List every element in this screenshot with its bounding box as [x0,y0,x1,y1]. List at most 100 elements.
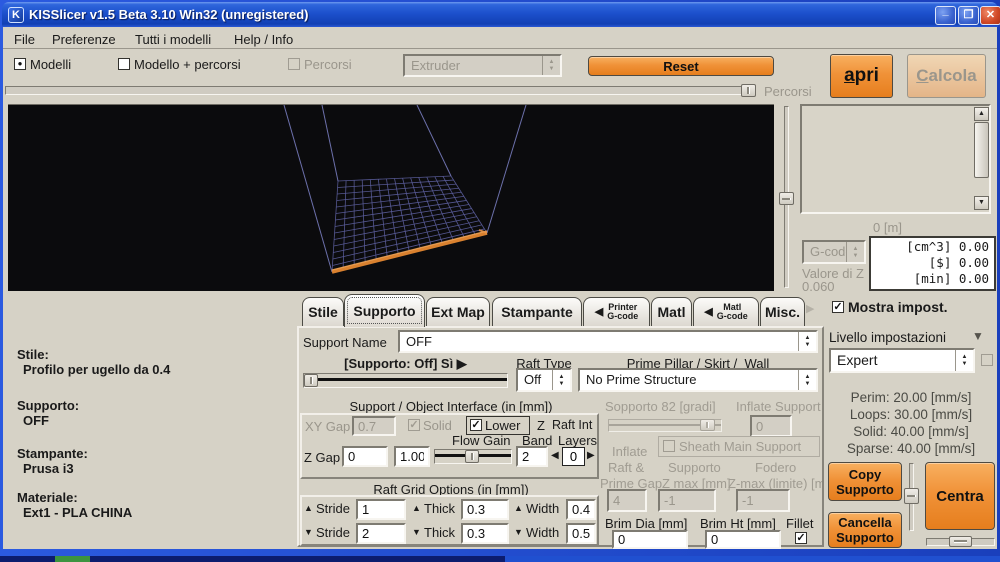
maximize-icon: ❐ [964,9,974,21]
thick-down-field[interactable] [461,523,509,544]
extruder-select: Extruder ▲▼ [403,54,562,77]
layers-field[interactable] [562,447,585,466]
brim-dia-label: Brim Dia [mm] [605,516,687,531]
stride-up-field[interactable] [356,499,406,520]
level-select-value: Expert [831,350,955,371]
reset-button[interactable]: Reset [588,56,774,76]
titlebar[interactable]: K KISSlicer v1.5 Beta 3.10 Win32 (unregi… [2,2,998,27]
checkmark-icon: ✓ [796,532,805,544]
mostra-impost-checkbox[interactable]: ✓ [832,301,844,313]
width-up-field[interactable] [566,499,596,520]
tab-stile[interactable]: Stile [302,297,344,326]
lower-checkbox[interactable]: ✓ [470,419,482,431]
brim-dia-field[interactable] [612,530,688,549]
width-up-label: Width [526,501,559,516]
listbox-scroll-down-icon[interactable]: ▼ [974,196,989,210]
close-icon: ✕ [986,9,995,21]
paths-slider-label: Percorsi [764,84,812,99]
thick-up-field[interactable] [461,499,509,520]
support-name-label: Support Name [303,335,387,350]
kisslicer-window: K KISSlicer v1.5 Beta 3.10 Win32 (unregi… [0,0,1000,562]
tab-matl-gcode[interactable]: ◀ Matl G-code [693,297,759,326]
menu-tutti-i-modelli[interactable]: Tutti i modelli [129,30,217,49]
percorsi-checkbox [288,58,300,70]
band-field[interactable] [516,446,548,467]
minimize-button[interactable]: _ [935,6,956,25]
taskbar-blue-segment [505,556,1000,562]
paths-slider[interactable] [5,86,755,95]
tab-left-arrow-icon: ◀ [704,307,712,318]
layers-decrement-icon[interactable]: ◀ [551,450,559,461]
support-name-select[interactable]: OFF ▲▼ [398,330,818,353]
info-materiale-value: Ext1 - PLA CHINA [23,505,132,520]
tab-overflow-icon[interactable]: ▶ [806,302,814,315]
checkmark-icon: ✓ [409,419,418,431]
level-select[interactable]: Expert ▲▼ [829,348,975,373]
z-gap-field[interactable] [342,446,388,467]
centra-button[interactable]: Centra [925,462,995,530]
radio-dot-icon: ● [18,59,23,68]
listbox-scroll-up-icon[interactable]: ▲ [974,107,989,121]
gcode-listbox[interactable] [800,104,991,214]
menu-help-info[interactable]: Help / Info [228,30,299,49]
flow-gain-slider-handle[interactable] [465,450,479,463]
tab-misc[interactable]: Misc. [760,297,805,326]
tab-matl[interactable]: Matl [651,297,692,326]
tab-printer-gcode[interactable]: ◀ Printer G-code [583,297,650,326]
width-down-field[interactable] [566,523,596,544]
inflate-raft-label-2: Raft & [608,460,644,475]
livello-collapse-icon[interactable]: ▼ [972,329,984,343]
maximize-button[interactable]: ❐ [958,6,979,25]
checkmark-icon: ✓ [833,301,842,313]
menu-file[interactable]: File [8,30,41,49]
sopporto-gradi-slider-handle [700,419,715,431]
width-down-label: Width [526,525,559,540]
info-stampante-value: Prusa i3 [23,461,74,476]
stat-time: [min] 0.00 [871,271,989,287]
xy-gap-field [352,416,396,436]
thick-down-icon: ▼ [412,527,421,537]
viewport-3d[interactable] [8,104,774,291]
fillet-checkbox[interactable]: ✓ [795,532,807,544]
stride-down-icon: ▼ [304,527,313,537]
tab-stampante[interactable]: Stampante [492,297,582,326]
speed-summary: Perim: 20.00 [mm/s] Loops: 30.00 [mm/s] … [826,389,996,457]
tab-ext-map[interactable]: Ext Map [426,297,490,326]
stat-cost: [$] 0.00 [871,255,989,271]
support-toggle-slider-handle[interactable] [304,374,318,387]
support-name-stepper-icon: ▲▼ [798,332,816,351]
layers-increment-icon[interactable]: ▶ [587,450,595,461]
support-name-value: OFF [400,332,798,351]
app-icon: K [8,7,24,23]
menu-preferenze[interactable]: Preferenze [46,30,122,49]
flow-gain-field[interactable] [394,446,430,467]
width-down-icon: ▼ [514,527,523,537]
tab-supporto[interactable]: Supporto [344,294,425,327]
centra-hslider-handle[interactable] [949,536,972,547]
stride-down-field[interactable] [356,523,406,544]
prime-pillar-select[interactable]: No Prime Structure ▲▼ [578,368,818,392]
viewport-vslider-handle[interactable] [779,192,794,205]
modelli-radio[interactable]: ● [14,58,26,70]
modello-percorsi-checkbox[interactable] [118,58,130,70]
cancella-supporto-button[interactable]: Cancella Supporto [828,512,902,548]
info-stile-label: Stile: [17,347,49,362]
gcode-stepper-icon: ▲▼ [846,242,864,262]
apri-button[interactable]: apri [830,54,893,98]
close-button[interactable]: ✕ [980,6,1000,25]
solid-checkbox: ✓ [408,419,420,431]
copy-supporto-button[interactable]: Copy Supporto [828,462,902,501]
meters-label: 0 [m] [800,220,975,235]
listbox-scroll-thumb[interactable] [974,122,989,178]
brim-ht-field[interactable] [705,530,781,549]
paths-slider-handle[interactable] [741,84,756,97]
raft-type-select[interactable]: Off ▲▼ [516,368,572,392]
supporto-zmax-field [658,489,716,512]
livello-impostazioni-label: Livello impostazioni [829,330,946,345]
info-supporto-label: Supporto: [17,398,79,413]
window-title: KISSlicer v1.5 Beta 3.10 Win32 (unregist… [29,7,309,22]
raft-type-value: Off [518,370,552,390]
settings-vslider-handle[interactable] [904,488,919,504]
z-column-label: Z [537,418,545,433]
support-toggle-slider[interactable] [303,373,508,388]
